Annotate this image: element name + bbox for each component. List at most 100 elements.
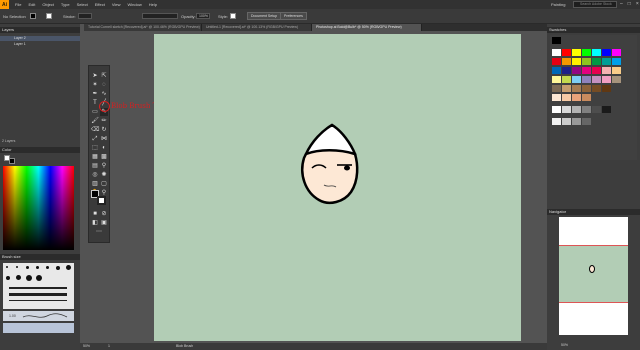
- layer-row[interactable]: Layer 2: [0, 36, 80, 41]
- brush-preset[interactable]: [6, 276, 10, 280]
- swatch[interactable]: [562, 76, 571, 83]
- rectangle-tool-icon[interactable]: ▭: [91, 108, 99, 116]
- scale-tool-icon[interactable]: ⤢: [91, 135, 99, 143]
- color-stroke-swatch[interactable]: [9, 158, 15, 164]
- screen-mode-icon[interactable]: ▣: [100, 219, 108, 227]
- swatch[interactable]: [582, 49, 591, 56]
- draw-normal-icon[interactable]: ◧: [91, 219, 99, 227]
- swatch[interactable]: [572, 49, 581, 56]
- magic-wand-tool-icon[interactable]: ✶: [91, 81, 99, 89]
- swatch[interactable]: [562, 67, 571, 74]
- swatch[interactable]: [602, 85, 611, 92]
- swatch[interactable]: [582, 118, 591, 125]
- artboard-tool-icon[interactable]: ▢: [100, 180, 108, 188]
- perspective-grid-tool-icon[interactable]: ▦: [91, 153, 99, 161]
- swatch[interactable]: [602, 49, 611, 56]
- brush-stroke-preview[interactable]: [9, 300, 67, 301]
- color-panel-title[interactable]: Color: [0, 147, 80, 153]
- brush-stroke-preview[interactable]: [9, 293, 67, 296]
- stroke-color-icon[interactable]: [97, 196, 106, 205]
- graphic-style-swatch[interactable]: [230, 13, 236, 19]
- eyedropper-tool-icon[interactable]: ⚲: [100, 162, 108, 170]
- stroke-weight-field[interactable]: [78, 13, 92, 19]
- tab-document-2[interactable]: Untitled-1 [Recovered].ai* @ 100.13% (RG…: [202, 24, 312, 31]
- pencil-tool-icon[interactable]: ✏: [100, 117, 108, 125]
- preferences-button[interactable]: Preferences: [280, 12, 307, 20]
- swatch[interactable]: [572, 76, 581, 83]
- navigator-zoom[interactable]: 50%: [561, 343, 568, 347]
- maximize-icon[interactable]: □: [628, 1, 631, 7]
- lasso-tool-icon[interactable]: ◌: [100, 81, 108, 89]
- swatch[interactable]: [552, 94, 561, 101]
- stock-search-input[interactable]: Search Adobe Stock: [573, 1, 617, 8]
- swatch[interactable]: [612, 67, 621, 74]
- fill-swatch[interactable]: [30, 13, 36, 19]
- width-tool-icon[interactable]: ⋈: [100, 135, 108, 143]
- swatch[interactable]: [582, 76, 591, 83]
- swatch[interactable]: [612, 76, 621, 83]
- mesh-tool-icon[interactable]: ▩: [100, 153, 108, 161]
- swatch[interactable]: [582, 67, 591, 74]
- swatch[interactable]: [592, 85, 601, 92]
- menu-object[interactable]: Object: [42, 2, 54, 7]
- swatch[interactable]: [572, 85, 581, 92]
- menu-edit[interactable]: Edit: [28, 2, 35, 7]
- swatch[interactable]: [572, 118, 581, 125]
- shape-builder-tool-icon[interactable]: ◐: [100, 144, 108, 152]
- swatch[interactable]: [552, 118, 561, 125]
- brush-preset[interactable]: [36, 275, 42, 281]
- swatch[interactable]: [562, 94, 571, 101]
- gradient-tool-icon[interactable]: ▤: [91, 162, 99, 170]
- brush-preview-strip[interactable]: 1.00: [3, 311, 74, 321]
- brush-stroke-preview[interactable]: [9, 287, 67, 289]
- swatches-panel-title[interactable]: Swatches: [547, 27, 640, 33]
- brush-preset[interactable]: [26, 266, 29, 269]
- menu-view[interactable]: View: [112, 2, 121, 7]
- brush-preset[interactable]: [66, 265, 71, 270]
- brush-preset[interactable]: [6, 266, 8, 268]
- layer-row[interactable]: Layer 1: [0, 42, 80, 47]
- navigator-panel-title[interactable]: Navigator: [547, 209, 640, 215]
- swatch[interactable]: [552, 85, 561, 92]
- swatch[interactable]: [592, 49, 601, 56]
- swatch[interactable]: [552, 106, 561, 113]
- close-icon[interactable]: ×: [636, 1, 639, 7]
- swatch[interactable]: [552, 37, 561, 44]
- navigator-preview[interactable]: [559, 217, 628, 335]
- brush-preset[interactable]: [36, 266, 39, 269]
- swatch[interactable]: [612, 49, 621, 56]
- zoom-level[interactable]: 50%: [83, 344, 90, 348]
- selection-tool-icon[interactable]: ➤: [91, 72, 99, 80]
- brush-preset[interactable]: [46, 266, 49, 269]
- color-spectrum[interactable]: [3, 166, 74, 250]
- menu-file[interactable]: File: [15, 2, 21, 7]
- brush-library[interactable]: [3, 263, 74, 309]
- swatch[interactable]: [552, 49, 561, 56]
- pen-tool-icon[interactable]: ✒: [91, 90, 99, 98]
- brush-selected-strip[interactable]: [3, 323, 74, 333]
- direct-selection-tool-icon[interactable]: ⇱: [100, 72, 108, 80]
- graph-tool-icon[interactable]: ▥: [91, 180, 99, 188]
- free-transform-tool-icon[interactable]: ⬚: [91, 144, 99, 152]
- type-tool-icon[interactable]: T: [91, 99, 99, 107]
- menu-effect[interactable]: Effect: [95, 2, 105, 7]
- none-color-icon[interactable]: ⊘: [100, 210, 108, 218]
- swatch[interactable]: [572, 67, 581, 74]
- eraser-tool-icon[interactable]: ⌫: [91, 126, 99, 134]
- paintbrush-tool-icon[interactable]: 🖌: [91, 117, 99, 125]
- swatch[interactable]: [602, 106, 611, 113]
- swatch[interactable]: [562, 106, 571, 113]
- menu-select[interactable]: Select: [77, 2, 88, 7]
- swatch[interactable]: [602, 67, 611, 74]
- menu-help[interactable]: Help: [149, 2, 157, 7]
- swatch[interactable]: [582, 106, 591, 113]
- swatch[interactable]: [552, 58, 561, 65]
- swatch[interactable]: [602, 76, 611, 83]
- symbol-sprayer-tool-icon[interactable]: ✺: [100, 171, 108, 179]
- variable-width-profile[interactable]: [142, 13, 178, 19]
- swatch[interactable]: [562, 85, 571, 92]
- minimize-icon[interactable]: –: [620, 1, 623, 7]
- rotate-tool-icon[interactable]: ↻: [100, 126, 108, 134]
- swatch[interactable]: [562, 49, 571, 56]
- swatch[interactable]: [612, 58, 621, 65]
